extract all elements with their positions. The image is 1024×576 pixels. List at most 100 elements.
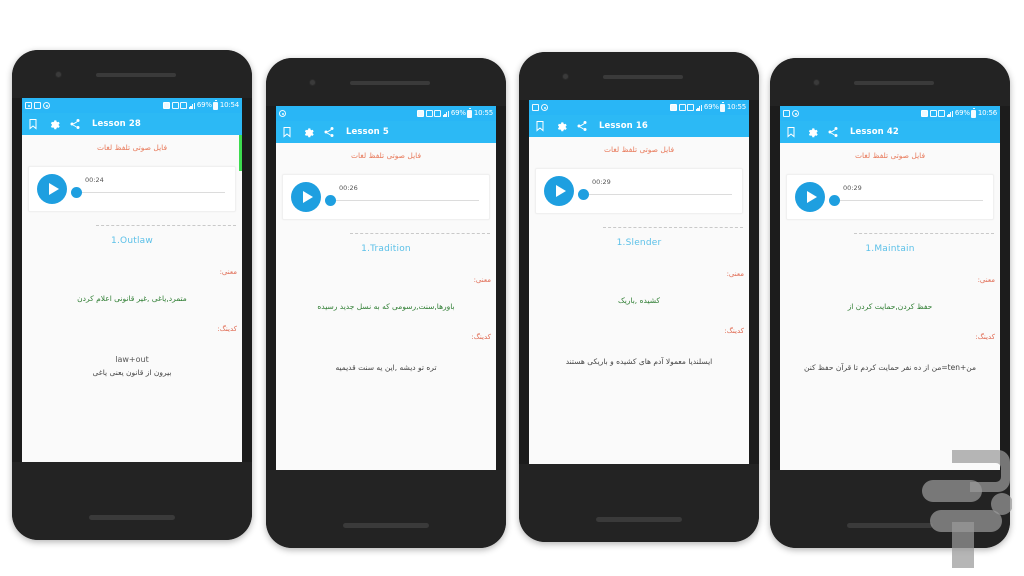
sdcard-icon (417, 110, 425, 117)
coding-persian: من+ten=من از ده نفر حمایت کردم تا قرآن ح… (804, 363, 976, 372)
toolbar-title: Lesson 28 (92, 119, 141, 129)
audio-file-header: فایل صوتی تلفظ لغات (854, 151, 926, 160)
front-camera-icon (562, 73, 569, 80)
phone-screen-4: 69% 10:56 Lesson 42 فایل صوتی تلفظ لغات … (780, 106, 1000, 470)
seek-thumb[interactable] (578, 189, 589, 200)
share-icon[interactable] (576, 120, 588, 132)
seek-thumb[interactable] (71, 187, 82, 198)
scrollbar-thumb[interactable] (239, 135, 242, 171)
status-bar-left-icons-1 (25, 102, 50, 109)
play-button[interactable] (291, 182, 321, 212)
play-button[interactable] (795, 182, 825, 212)
meaning-text: کشیده ,باریک (618, 296, 660, 305)
app-toolbar-2: Lesson 5 (276, 121, 496, 143)
gear-icon[interactable] (48, 118, 60, 130)
seek-bar-3[interactable]: 00:29 (578, 176, 732, 206)
status-bar-right-3: 69% 10:55 (670, 102, 746, 112)
seek-bar-4[interactable]: 00:29 (829, 182, 983, 212)
seek-bar-1[interactable]: 00:24 (71, 174, 225, 204)
play-button[interactable] (544, 176, 574, 206)
eye-icon (43, 102, 50, 109)
gear-icon[interactable] (555, 120, 567, 132)
playback-time-label: 00:29 (843, 184, 862, 192)
photo-icon (678, 104, 686, 111)
phone-top-bezel-2 (266, 58, 506, 106)
sync-icon (434, 110, 442, 117)
meaning-text: حفظ کردن,حمایت کردن از (847, 302, 933, 311)
seek-bar-2[interactable]: 00:26 (325, 182, 479, 212)
front-camera-icon (55, 71, 62, 78)
battery-icon (467, 108, 473, 118)
meaning-text: متمرد,یاغی ,غیر قانونی اعلام کردن (77, 294, 187, 303)
lesson-content-2: فایل صوتی تلفظ لغات 00:26 1.Tradition مع… (276, 143, 496, 470)
phone-screen-3: 69% 10:55 Lesson 16 فایل صوتی تلفظ لغات … (529, 100, 749, 464)
screenshot-canvas: 69% 10:54 Lesson 28 فایل صوتی تلفظ لغات … (0, 0, 1024, 576)
bookmark-icon[interactable] (534, 120, 546, 132)
clock-label: 10:55 (726, 103, 746, 111)
sdcard-icon (921, 110, 929, 117)
word-title: 1.Tradition (361, 244, 411, 254)
lesson-content-4: فایل صوتی تلفظ لغات 00:29 1.Maintain معن… (780, 143, 1000, 470)
word-title: 1.Outlaw (111, 236, 153, 246)
status-bar-left-icons-4 (783, 110, 799, 117)
coding-label: کدینگ: (975, 333, 995, 341)
sync-icon (180, 102, 188, 109)
word-title: 1.Slender (616, 238, 662, 248)
audio-file-header: فایل صوتی تلفظ لغات (96, 143, 168, 152)
meaning-label: معنی: (977, 276, 995, 284)
seek-track (578, 194, 732, 195)
earpiece-speaker (854, 81, 934, 85)
play-icon (302, 191, 313, 203)
play-icon (48, 183, 59, 195)
status-bar-right-2: 69% 10:55 (417, 108, 493, 118)
phone-bottom-bezel-4 (770, 470, 1010, 548)
audio-player-card-4: 00:29 (786, 174, 994, 220)
battery-percent-label: 69% (703, 103, 719, 111)
toolbar-title: Lesson 16 (599, 121, 648, 131)
coding-label: کدینگ: (724, 327, 744, 335)
phone-bottom-bezel-1 (12, 462, 252, 540)
play-button[interactable] (37, 174, 67, 204)
audio-file-header: فایل صوتی تلفظ لغات (350, 151, 422, 160)
audio-file-header: فایل صوتی تلفظ لغات (603, 145, 675, 154)
sdcard-icon (163, 102, 171, 109)
seek-thumb[interactable] (829, 195, 840, 206)
share-icon[interactable] (323, 126, 335, 138)
app-toolbar-4: Lesson 42 (780, 121, 1000, 143)
gear-icon[interactable] (806, 126, 818, 138)
app-toolbar-3: Lesson 16 (529, 115, 749, 137)
coding-persian: تره تو دیشه ,این یه سنت قدیمیه (335, 363, 437, 372)
coding-persian: ایسلندیا معمولا آدم های کشیده و باریکی ه… (565, 357, 713, 366)
status-bar-1: 69% 10:54 (22, 98, 242, 113)
signal-bars-icon (442, 110, 450, 117)
audio-player-card-1: 00:24 (28, 166, 236, 212)
status-bar-left-icons-2 (279, 110, 286, 117)
toolbar-title: Lesson 42 (850, 127, 899, 137)
photo-icon (532, 104, 539, 111)
phone-top-bezel-3 (519, 52, 759, 100)
bookmark-icon[interactable] (27, 118, 39, 130)
eye-icon (792, 110, 799, 117)
photo-icon (929, 110, 937, 117)
clock-label: 10:54 (219, 101, 239, 109)
bookmark-icon[interactable] (785, 126, 797, 138)
phone-mockup-3: 69% 10:55 Lesson 16 فایل صوتی تلفظ لغات … (519, 52, 759, 542)
meaning-label: معنی: (726, 270, 744, 278)
earpiece-speaker (350, 81, 430, 85)
share-icon[interactable] (69, 118, 81, 130)
lesson-content-3: فایل صوتی تلفظ لغات 00:29 1.Slender معنی… (529, 137, 749, 464)
chin-speaker (596, 517, 682, 522)
earpiece-speaker (603, 75, 683, 79)
seek-thumb[interactable] (325, 195, 336, 206)
share-icon[interactable] (827, 126, 839, 138)
play-icon (806, 191, 817, 203)
gear-icon[interactable] (302, 126, 314, 138)
photo-icon (783, 110, 790, 117)
front-camera-icon (813, 79, 820, 86)
bookmark-icon[interactable] (281, 126, 293, 138)
front-camera-icon (309, 79, 316, 86)
phone-mockup-1: 69% 10:54 Lesson 28 فایل صوتی تلفظ لغات … (12, 50, 252, 540)
audio-player-card-2: 00:26 (282, 174, 490, 220)
audio-player-card-3: 00:29 (535, 168, 743, 214)
status-bar-right-4: 69% 10:56 (921, 108, 997, 118)
